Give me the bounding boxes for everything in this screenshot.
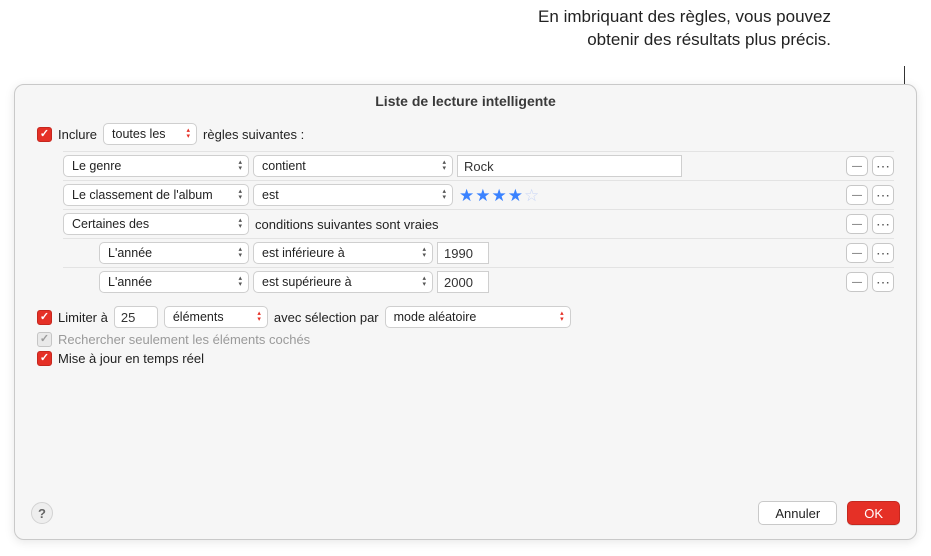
star-icon: ★ xyxy=(492,187,507,204)
group-options-button[interactable] xyxy=(872,214,894,234)
limit-selectedby-select[interactable]: mode aléatoire xyxy=(385,306,571,328)
updown-icon xyxy=(238,156,242,176)
limit-unit-value: éléments xyxy=(173,310,224,324)
rules-list: Le genre contient Le cla xyxy=(63,151,894,296)
rule-field-value: Le genre xyxy=(72,159,121,173)
rule-field-select[interactable]: L'année xyxy=(99,271,249,293)
updown-icon xyxy=(442,156,446,176)
window-content: ✓ Inclure toutes les règles suivantes : … xyxy=(15,119,916,491)
limit-selectedby-value: mode aléatoire xyxy=(394,310,477,324)
rule-operator-select[interactable]: est supérieure à xyxy=(253,271,433,293)
updown-icon xyxy=(422,272,426,292)
rule-operator-select[interactable]: contient xyxy=(253,155,453,177)
remove-rule-button[interactable] xyxy=(846,243,868,263)
remove-rule-button[interactable] xyxy=(846,156,868,176)
rule-field-select[interactable]: Le genre xyxy=(63,155,249,177)
match-mode-select[interactable]: toutes les xyxy=(103,123,197,145)
footer-buttons: Annuler OK xyxy=(758,501,900,525)
rule-operator-value: est inférieure à xyxy=(262,246,345,260)
updown-icon xyxy=(187,124,191,144)
rule-field-value: L'année xyxy=(108,246,152,260)
updown-icon xyxy=(238,214,242,234)
rule-operator-value: contient xyxy=(262,159,306,173)
only-checked-label: Rechercher seulement les éléments cochés xyxy=(58,332,310,347)
rule-value-input[interactable] xyxy=(457,155,682,177)
match-suffix: règles suivantes : xyxy=(203,127,304,142)
rule-operator-value: est xyxy=(262,188,279,202)
updown-icon xyxy=(238,185,242,205)
rule-field-select[interactable]: L'année xyxy=(99,242,249,264)
rule-operator-select[interactable]: est xyxy=(253,184,453,206)
annotation-line-1: En imbriquant des règles, vous pouvez xyxy=(538,6,831,29)
updown-icon xyxy=(238,272,242,292)
nested-group-header: Certaines des conditions suivantes sont … xyxy=(63,210,894,239)
limit-unit-select[interactable]: éléments xyxy=(164,306,268,328)
updown-icon xyxy=(442,185,446,205)
updown-icon xyxy=(422,243,426,263)
remove-rule-button[interactable] xyxy=(846,185,868,205)
limit-label: Limiter à xyxy=(58,310,108,325)
group-mode-select[interactable]: Certaines des xyxy=(63,213,249,235)
rule-options-button[interactable] xyxy=(872,185,894,205)
help-button[interactable]: ? xyxy=(31,502,53,524)
nested-rule-row: L'année est inférieure à xyxy=(63,239,894,268)
rating-stars[interactable]: ★ ★ ★ ★ ☆ xyxy=(459,187,539,204)
star-icon: ★ xyxy=(475,187,490,204)
group-mode-value: Certaines des xyxy=(72,217,149,231)
only-checked-checkbox[interactable]: ✓ xyxy=(37,332,52,347)
rule-row-buttons xyxy=(846,156,894,176)
updown-icon xyxy=(560,307,564,327)
match-rule-line: ✓ Inclure toutes les règles suivantes : xyxy=(37,123,894,145)
rule-row: Le classement de l'album est ★ ★ ★ ★ ☆ xyxy=(63,181,894,210)
remove-rule-button[interactable] xyxy=(846,272,868,292)
updown-icon xyxy=(257,307,261,327)
rule-operator-select[interactable]: est inférieure à xyxy=(253,242,433,264)
annotation-line-2: obtenir des résultats plus précis. xyxy=(538,29,831,52)
remove-group-button[interactable] xyxy=(846,214,868,234)
rule-field-select[interactable]: Le classement de l'album xyxy=(63,184,249,206)
group-suffix: conditions suivantes sont vraies xyxy=(255,217,439,232)
rule-options-button[interactable] xyxy=(872,156,894,176)
match-checkbox[interactable]: ✓ xyxy=(37,127,52,142)
star-icon: ★ xyxy=(459,187,474,204)
annotation-text: En imbriquant des règles, vous pouvez ob… xyxy=(538,6,831,52)
window-footer: ? Annuler OK xyxy=(15,491,916,539)
match-prefix: Inclure xyxy=(58,127,97,142)
cancel-button[interactable]: Annuler xyxy=(758,501,837,525)
star-outline-icon: ☆ xyxy=(524,187,539,204)
match-mode-value: toutes les xyxy=(112,127,166,141)
ok-button[interactable]: OK xyxy=(847,501,900,525)
limit-line: ✓ Limiter à éléments avec sélection par … xyxy=(37,306,894,328)
live-update-line: ✓ Mise à jour en temps réel xyxy=(37,351,894,366)
rule-field-value: L'année xyxy=(108,275,152,289)
limit-checkbox[interactable]: ✓ xyxy=(37,310,52,325)
rule-row-buttons xyxy=(846,243,894,263)
window-title: Liste de lecture intelligente xyxy=(15,85,916,119)
updown-icon xyxy=(238,243,242,263)
limit-count-input[interactable] xyxy=(114,306,158,328)
rule-options-button[interactable] xyxy=(872,272,894,292)
only-checked-line: ✓ Rechercher seulement les éléments coch… xyxy=(37,332,894,347)
star-icon: ★ xyxy=(508,187,523,204)
smart-playlist-window: Liste de lecture intelligente ✓ Inclure … xyxy=(14,84,917,540)
live-update-label: Mise à jour en temps réel xyxy=(58,351,204,366)
rule-row-buttons xyxy=(846,185,894,205)
live-update-checkbox[interactable]: ✓ xyxy=(37,351,52,366)
rule-row-buttons xyxy=(846,272,894,292)
nested-rule-row: L'année est supérieure à xyxy=(63,268,894,296)
rule-operator-value: est supérieure à xyxy=(262,275,352,289)
rule-row: Le genre contient xyxy=(63,152,894,181)
rule-options-button[interactable] xyxy=(872,243,894,263)
rule-row-buttons xyxy=(846,214,894,234)
limit-selectedby-label: avec sélection par xyxy=(274,310,379,325)
rule-value-input[interactable] xyxy=(437,271,489,293)
rule-field-value: Le classement de l'album xyxy=(72,188,213,202)
rule-value-input[interactable] xyxy=(437,242,489,264)
